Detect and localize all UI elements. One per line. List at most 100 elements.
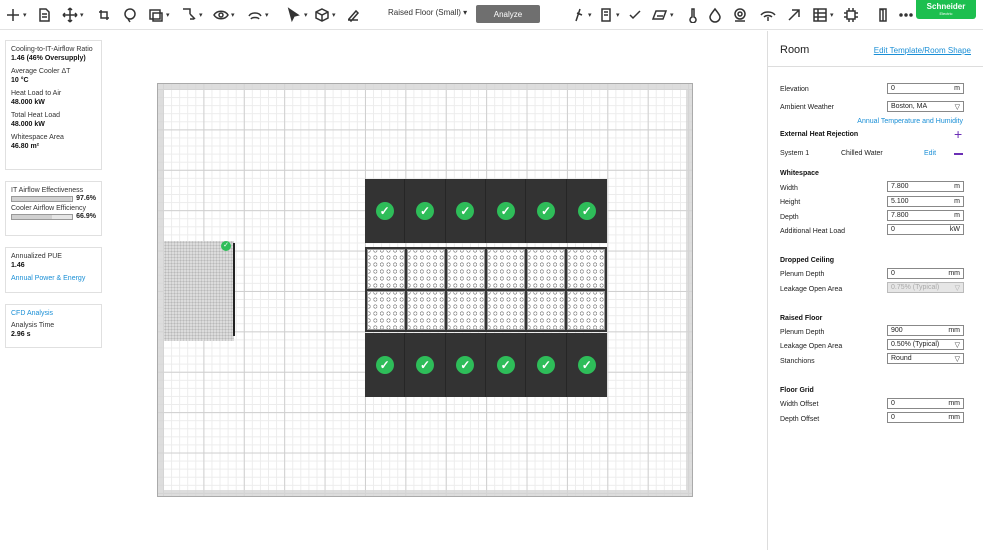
rack-row-bottom: ✓ ✓ ✓ ✓ ✓ ✓ — [365, 333, 607, 397]
perforated-tile[interactable] — [367, 290, 405, 330]
top-rack-2[interactable]: ✓ — [405, 179, 446, 243]
depth-offset-field[interactable]: 0 mm — [887, 412, 964, 423]
perforated-tile[interactable] — [567, 249, 605, 289]
cooler-status-check-icon: ✓ — [221, 241, 231, 251]
drop-icon[interactable] — [707, 6, 723, 24]
layout-select[interactable]: Raised Floor (Small) ▾ — [388, 8, 467, 17]
width-value: 7.800 — [891, 183, 909, 190]
width-field[interactable]: 7.800 m — [887, 181, 964, 192]
grid-icon[interactable]: ▾ — [812, 6, 834, 24]
rack-row-top: ✓ ✓ ✓ ✓ ✓ ✓ — [365, 179, 607, 243]
rotate-icon[interactable] — [96, 6, 112, 24]
dc-plenum-field[interactable]: 0 mm — [887, 268, 964, 279]
location-icon[interactable] — [732, 6, 748, 24]
top-rack-3[interactable]: ✓ — [446, 179, 486, 243]
bottom-rack-3[interactable]: ✓ — [446, 333, 486, 397]
arrow-icon[interactable] — [786, 6, 802, 24]
add-system-icon[interactable]: + — [954, 127, 962, 141]
additional-heat-unit: kW — [949, 226, 960, 233]
draw-icon[interactable] — [345, 6, 361, 24]
perforated-tile[interactable] — [567, 290, 605, 330]
view-icon[interactable]: ▾ — [213, 6, 235, 24]
remove-system-icon[interactable] — [954, 153, 963, 155]
cooling-unit-edge — [233, 243, 235, 336]
probe-icon[interactable]: ▾ — [570, 6, 592, 24]
cfd-analysis-link[interactable]: CFD Analysis — [11, 309, 96, 318]
document-icon[interactable] — [36, 6, 52, 24]
height-field[interactable]: 5.100 m — [887, 196, 964, 207]
perforated-tile[interactable] — [447, 290, 485, 330]
analysis-time-value: 2.96 s — [11, 331, 31, 338]
chip-icon[interactable] — [843, 6, 859, 24]
rf-leakage-select[interactable]: 0.50% (Typical) ▽ — [887, 339, 964, 350]
cooling-ratio-value: 1.46 (46% Oversupply) — [11, 55, 86, 62]
rack-status-check-icon: ✓ — [536, 202, 555, 220]
rack-status-check-icon: ✓ — [577, 356, 596, 374]
airflow-card: IT Airflow Effectiveness 97.6% Cooler Ai… — [5, 181, 102, 236]
add-icon[interactable]: ▾ — [5, 6, 27, 24]
bottom-rack-1[interactable]: ✓ — [365, 333, 406, 397]
depth-offset-unit: mm — [948, 414, 960, 421]
whitespace-area-label: Whitespace Area — [11, 134, 64, 141]
move-icon[interactable]: ▾ — [62, 6, 84, 24]
cooling-unit[interactable] — [164, 241, 234, 341]
measure-icon[interactable]: ▾ — [181, 6, 203, 24]
thermometer-icon[interactable] — [685, 6, 701, 24]
top-rack-4[interactable]: ✓ — [486, 179, 527, 243]
cooler-airflow-value: 66.9% — [76, 213, 96, 220]
rack-status-check-icon: ✓ — [536, 356, 555, 374]
perforated-tile[interactable] — [487, 290, 525, 330]
perforated-tile[interactable] — [367, 249, 405, 289]
room-properties-panel: Room Edit Template/Room Shape Elevation … — [767, 31, 983, 550]
pue-card: Annualized PUE 1.46 Annual Power & Energ… — [5, 247, 102, 293]
airflow-icon[interactable] — [760, 6, 776, 24]
perforated-tile-grid — [365, 247, 607, 332]
rack-icon[interactable]: ▾ — [598, 6, 620, 24]
stanchions-value: Round — [891, 355, 912, 362]
depth-unit: m — [954, 212, 960, 219]
bottom-rack-6[interactable]: ✓ — [567, 333, 607, 397]
surface-icon[interactable]: ▾ — [652, 6, 674, 24]
perforated-tile[interactable] — [527, 290, 565, 330]
rack-status-check-icon: ✓ — [496, 202, 515, 220]
it-airflow-value: 97.6% — [76, 195, 96, 202]
perforated-tile[interactable] — [407, 249, 445, 289]
annual-power-link[interactable]: Annual Power & Energy — [11, 274, 96, 283]
room-canvas[interactable]: ✓ ✓ ✓ ✓ ✓ ✓ ✓ ✓ ✓ ✓ ✓ ✓ ✓ — [157, 83, 693, 497]
layers-icon[interactable]: ▾ — [247, 6, 269, 24]
lasso-icon[interactable] — [122, 6, 138, 24]
edit-template-link[interactable]: Edit Template/Room Shape — [874, 46, 971, 55]
bottom-rack-5[interactable]: ✓ — [526, 333, 567, 397]
whitespace-area-value: 46.80 m² — [11, 143, 40, 150]
door-icon[interactable] — [875, 6, 891, 24]
more-icon[interactable] — [898, 6, 914, 24]
perforated-tile[interactable] — [487, 249, 525, 289]
top-rack-1[interactable]: ✓ — [365, 179, 406, 243]
analyze-button[interactable]: Analyze — [476, 5, 540, 23]
depth-field[interactable]: 7.800 m — [887, 210, 964, 221]
additional-heat-field[interactable]: 0 kW — [887, 224, 964, 235]
rack-status-check-icon: ✓ — [496, 356, 515, 374]
shape-icon[interactable]: ▾ — [148, 6, 170, 24]
perforated-tile[interactable] — [407, 290, 445, 330]
panel-title: Room — [780, 44, 810, 56]
object-icon[interactable]: ▾ — [314, 6, 336, 24]
rf-plenum-field[interactable]: 900 mm — [887, 325, 964, 336]
top-rack-5[interactable]: ✓ — [526, 179, 567, 243]
pue-value: 1.46 — [11, 262, 25, 269]
width-offset-field[interactable]: 0 mm — [887, 398, 964, 409]
check-icon[interactable] — [627, 6, 643, 24]
rf-plenum-value: 900 — [891, 327, 903, 334]
stanchions-select[interactable]: Round ▽ — [887, 353, 964, 364]
ambient-weather-select[interactable]: Boston, MA ▽ — [887, 101, 964, 112]
rack-status-check-icon: ✓ — [415, 356, 434, 374]
annual-temperature-link[interactable]: Annual Temperature and Humidity — [857, 118, 963, 125]
select-icon[interactable]: ▾ — [286, 6, 308, 24]
perforated-tile[interactable] — [447, 249, 485, 289]
elevation-field[interactable]: 0 m — [887, 83, 964, 94]
perforated-tile[interactable] — [527, 249, 565, 289]
rf-leakage-value: 0.50% (Typical) — [891, 341, 940, 348]
bottom-rack-2[interactable]: ✓ — [405, 333, 446, 397]
bottom-rack-4[interactable]: ✓ — [486, 333, 527, 397]
top-rack-6[interactable]: ✓ — [567, 179, 607, 243]
